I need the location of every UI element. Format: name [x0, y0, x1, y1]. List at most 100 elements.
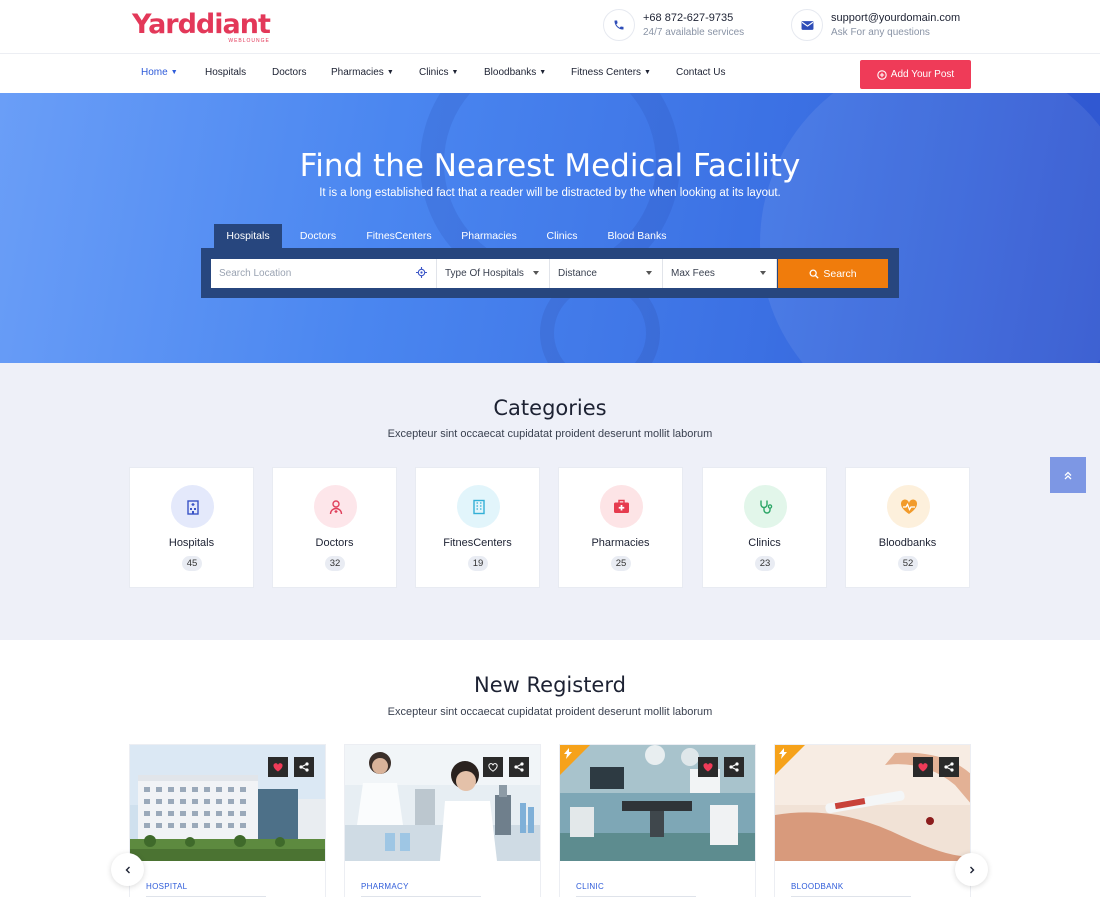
- listing-category: CLINIC: [576, 882, 605, 891]
- category-card-clinics[interactable]: Clinics 23: [702, 467, 827, 588]
- heart-icon: [918, 762, 928, 771]
- nav-item-hospitals[interactable]: Hospitals: [205, 67, 246, 78]
- nav-item-home[interactable]: Home ▼: [141, 67, 178, 78]
- brand-tagline: WEBLOUNGE: [228, 38, 270, 44]
- category-count-badge: 45: [182, 556, 202, 571]
- share-button[interactable]: [724, 757, 744, 777]
- add-your-post-button[interactable]: Add Your Post: [860, 60, 971, 89]
- hero-subtitle: It is a long established fact that a rea…: [319, 187, 781, 199]
- type-of-hospitals-select[interactable]: Type Of Hospitals: [437, 259, 550, 288]
- building-icon: [457, 485, 500, 528]
- nav-item-label: Bloodbanks: [484, 67, 537, 78]
- category-card-doctors[interactable]: Doctors 32: [272, 467, 397, 588]
- nav-item-fitness-centers[interactable]: Fitness Centers ▼: [571, 67, 651, 78]
- tab-blood-banks[interactable]: Blood Banks: [600, 224, 674, 248]
- category-card-bloodbanks[interactable]: Bloodbanks 52: [845, 467, 970, 588]
- chevron-down-icon: ▼: [644, 69, 651, 76]
- listing-category: PHARMACY: [361, 882, 409, 891]
- category-name: Pharmacies: [591, 537, 650, 549]
- share-icon: [299, 762, 309, 772]
- tab-clinics[interactable]: Clinics: [538, 224, 586, 248]
- search-bar: Search Location Type Of Hospitals Distan…: [201, 248, 899, 298]
- listing-category: BLOODBANK: [791, 882, 844, 891]
- category-count-badge: 23: [755, 556, 775, 571]
- hero-background-decoration: [760, 93, 1100, 363]
- nav-item-label: Contact Us: [676, 67, 726, 78]
- distance-select[interactable]: Distance: [550, 259, 663, 288]
- email-address: support@yourdomain.com: [831, 12, 961, 24]
- search-icon: [809, 269, 819, 279]
- tab-fitnescenters[interactable]: FitnesCenters: [359, 224, 439, 248]
- nav-item-doctors[interactable]: Doctors: [272, 67, 306, 78]
- listing-image-bloodbank[interactable]: [775, 745, 970, 861]
- nav-item-bloodbanks[interactable]: Bloodbanks ▼: [484, 67, 546, 78]
- category-name: FitnesCenters: [443, 537, 512, 549]
- category-card-fitnescenters[interactable]: FitnesCenters 19: [415, 467, 540, 588]
- nav-item-label: Pharmacies: [331, 67, 384, 78]
- hero-section: Find the Nearest Medical Facility It is …: [0, 93, 1100, 363]
- tab-hospitals[interactable]: Hospitals: [214, 224, 282, 248]
- plus-circle-icon: [877, 69, 887, 80]
- doctor-icon: [314, 485, 357, 528]
- carousel-prev-button[interactable]: [111, 853, 144, 886]
- listing-card[interactable]: BLOODBANK: [774, 744, 971, 897]
- favorite-button[interactable]: [268, 757, 288, 777]
- chevron-down-icon: ▼: [170, 69, 178, 76]
- category-name: Bloodbanks: [878, 537, 937, 549]
- heart-icon: [273, 762, 283, 771]
- double-chevron-up-icon: [1064, 471, 1072, 479]
- category-count-badge: 52: [898, 556, 918, 571]
- main-nav: Home ▼ Hospitals Doctors Pharmacies ▼ Clin…: [0, 54, 1100, 93]
- listing-image-clinic[interactable]: [560, 745, 755, 861]
- nav-item-label: Clinics: [419, 67, 449, 78]
- listing-card[interactable]: PHARMACY: [344, 744, 541, 897]
- crosshair-icon[interactable]: [416, 267, 427, 278]
- share-button[interactable]: [509, 757, 529, 777]
- listing-card[interactable]: HOSPITAL: [129, 744, 326, 897]
- nav-item-label: Doctors: [272, 67, 307, 78]
- new-registered-section: New Registerd Excepteur sint occaecat cu…: [0, 640, 1100, 897]
- tab-pharmacies[interactable]: Pharmacies: [454, 224, 524, 248]
- email-subtitle: Ask For any questions: [831, 27, 930, 38]
- carousel-next-button[interactable]: [955, 853, 988, 886]
- categories-title: Categories: [493, 396, 607, 420]
- category-count-badge: 25: [611, 556, 631, 571]
- categories-subtitle: Excepteur sint occaecat cupidatat proide…: [387, 428, 713, 440]
- category-name: Hospitals: [168, 537, 215, 549]
- search-button[interactable]: Search: [778, 259, 888, 288]
- category-name: Clinics: [748, 537, 781, 549]
- new-registered-subtitle: Excepteur sint occaecat cupidatat proide…: [387, 706, 713, 718]
- category-card-pharmacies[interactable]: Pharmacies 25: [558, 467, 683, 588]
- top-bar: Yarddiant WEBLOUNGE +68 872-627-9735 24/…: [0, 0, 1100, 54]
- listing-card[interactable]: CLINIC: [559, 744, 756, 897]
- share-button[interactable]: [939, 757, 959, 777]
- search-location-placeholder: Search Location: [219, 268, 292, 279]
- max-fees-select[interactable]: Max Fees: [663, 259, 777, 288]
- listing-image-pharmacy[interactable]: [345, 745, 540, 861]
- nav-item-pharmacies[interactable]: Pharmacies ▼: [331, 67, 394, 78]
- lightning-icon: [779, 748, 787, 759]
- stethoscope-icon: [744, 485, 787, 528]
- category-card-hospitals[interactable]: Hospitals 45: [129, 467, 254, 588]
- type-select-value: Type Of Hospitals: [445, 268, 524, 279]
- nav-item-clinics[interactable]: Clinics ▼: [419, 67, 458, 78]
- envelope-icon: [791, 9, 823, 41]
- nav-item-contact-us[interactable]: Contact Us: [676, 67, 725, 78]
- heart-outline-icon: [488, 762, 498, 772]
- favorite-button[interactable]: [698, 757, 718, 777]
- category-name: Doctors: [315, 537, 354, 549]
- search-button-label: Search: [823, 267, 857, 280]
- lightning-icon: [564, 748, 572, 759]
- listing-category: HOSPITAL: [146, 882, 188, 891]
- hospital-building-icon: [171, 485, 214, 528]
- share-button[interactable]: [294, 757, 314, 777]
- listing-image-hospital[interactable]: [130, 745, 325, 861]
- back-to-top-button[interactable]: [1050, 457, 1086, 493]
- tab-doctors[interactable]: Doctors: [289, 224, 347, 248]
- search-location-input[interactable]: Search Location: [211, 259, 437, 288]
- brand-logo[interactable]: Yarddiant WEBLOUNGE: [132, 10, 271, 45]
- share-icon: [514, 762, 524, 772]
- first-aid-kit-icon: [600, 485, 643, 528]
- favorite-button[interactable]: [483, 757, 503, 777]
- favorite-button[interactable]: [913, 757, 933, 777]
